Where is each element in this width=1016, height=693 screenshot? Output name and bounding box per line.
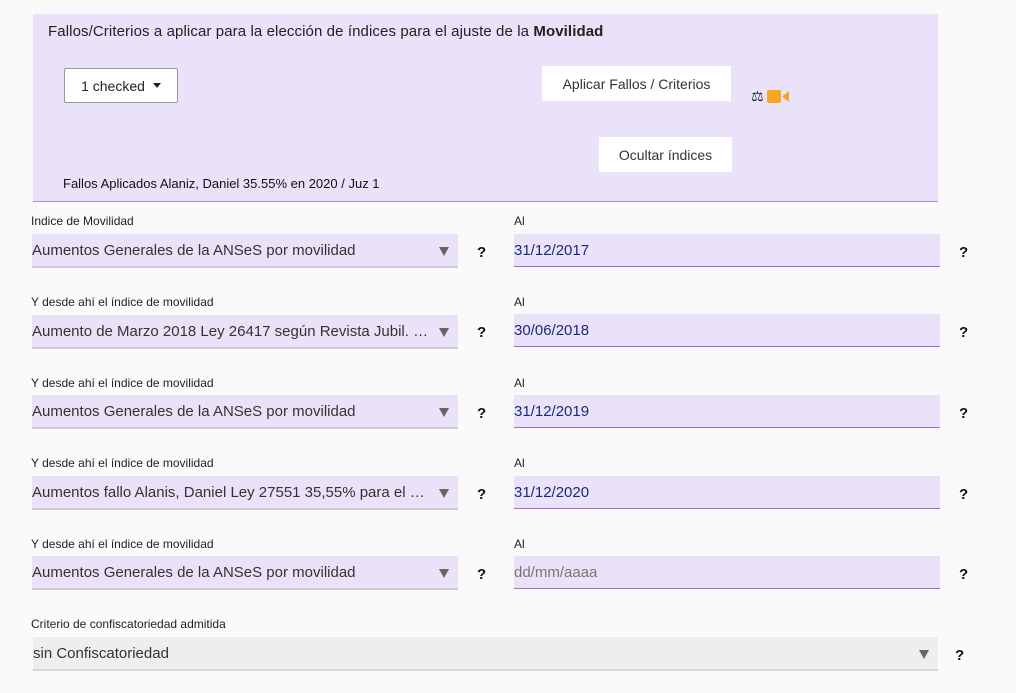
movilidad-index-label: Y desde ahí el índice de movilidad	[31, 376, 214, 390]
movilidad-index-label: Indice de Movilidad	[31, 214, 134, 228]
dropdown-arrow-icon	[439, 408, 449, 417]
date-label: Al	[514, 214, 525, 228]
dropdown-arrow-icon	[439, 569, 449, 578]
hide-indices-button[interactable]: Ocultar índices	[599, 137, 732, 172]
dropdown-arrow-icon	[439, 489, 449, 498]
date-input[interactable]: 31/12/2019	[514, 395, 940, 428]
help-icon[interactable]: ?	[477, 405, 486, 422]
movilidad-index-label: Y desde ahí el índice de movilidad	[31, 537, 214, 551]
help-icon[interactable]: ?	[959, 566, 968, 583]
date-label: Al	[514, 295, 525, 309]
date-input[interactable]: 31/12/2020	[514, 476, 940, 509]
help-icon[interactable]: ?	[959, 244, 968, 261]
help-icon[interactable]: ?	[477, 486, 486, 503]
video-camera-icon[interactable]	[766, 89, 789, 104]
movilidad-index-select[interactable]: Aumento de Marzo 2018 Ley 26417 según Re…	[32, 315, 458, 349]
fallos-criterios-panel: Fallos/Criterios a aplicar para la elecc…	[33, 14, 938, 202]
criteria-dropdown-button[interactable]: 1 checked	[64, 68, 178, 103]
panel-icons: ⚖	[751, 88, 789, 105]
date-label: Al	[514, 376, 525, 390]
dropdown-arrow-icon	[919, 650, 929, 659]
dropdown-arrow-icon	[439, 328, 449, 337]
help-icon[interactable]: ?	[959, 405, 968, 422]
movilidad-index-select[interactable]: Aumentos Generales de la ANSeS por movil…	[32, 556, 458, 590]
criterio-select[interactable]: sin Confiscatoriedad	[33, 637, 938, 671]
fallos-aplicados-text: Fallos Aplicados Alaniz, Daniel 35.55% e…	[63, 176, 380, 191]
movilidad-index-select[interactable]: Aumentos fallo Alanis, Daniel Ley 27551 …	[32, 476, 458, 510]
help-icon[interactable]: ?	[955, 647, 964, 664]
panel-title: Fallos/Criterios a aplicar para la elecc…	[48, 23, 604, 40]
movilidad-index-select[interactable]: Aumentos Generales de la ANSeS por movil…	[32, 395, 458, 429]
help-icon[interactable]: ?	[477, 324, 486, 341]
apply-criteria-button[interactable]: Aplicar Fallos / Criterios	[542, 66, 731, 101]
help-icon[interactable]: ?	[959, 486, 968, 503]
scale-icon[interactable]: ⚖	[751, 88, 764, 105]
help-icon[interactable]: ?	[477, 244, 486, 261]
dropdown-arrow-icon	[439, 247, 449, 256]
help-icon[interactable]: ?	[477, 566, 486, 583]
date-input[interactable]: 31/12/2017	[514, 234, 940, 267]
caret-down-icon	[152, 83, 161, 88]
movilidad-index-select[interactable]: Aumentos Generales de la ANSeS por movil…	[32, 234, 458, 268]
date-label: Al	[514, 537, 525, 551]
date-input[interactable]: 30/06/2018	[514, 314, 940, 347]
help-icon[interactable]: ?	[959, 324, 968, 341]
movilidad-index-label: Y desde ahí el índice de movilidad	[31, 295, 214, 309]
date-input[interactable]: dd/mm/aaaa	[514, 556, 940, 589]
movilidad-index-label: Y desde ahí el índice de movilidad	[31, 456, 214, 470]
date-label: Al	[514, 456, 525, 470]
criterio-label: Criterio de confiscatoriedad admitida	[31, 617, 226, 631]
